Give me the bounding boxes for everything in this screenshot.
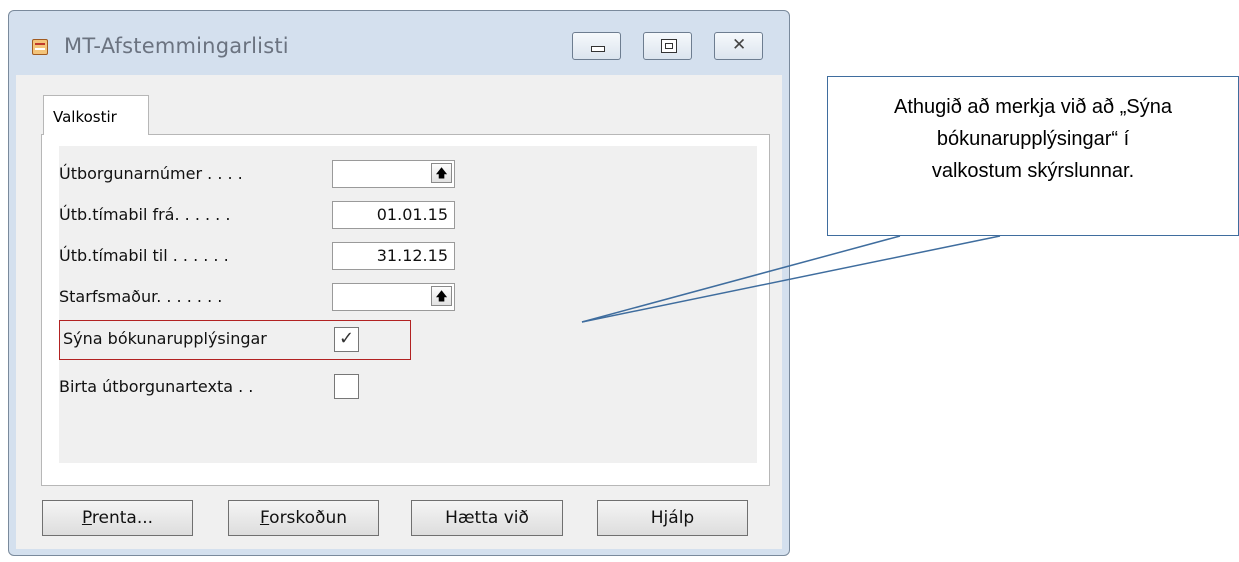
tab-label: Valkostir	[53, 108, 117, 126]
callout-text: Athugið að merkja við að „Sýna bókunarup…	[828, 91, 1238, 187]
callout-line: bókunarupplýsingar“ í	[936, 128, 1130, 150]
callout-line: Athugið að merkja við að „Sýna	[894, 96, 1172, 118]
callout-line: valkostum skýrslunnar.	[931, 160, 1135, 182]
tab-valkostir[interactable]: Valkostir	[43, 95, 149, 135]
annotation-callout: Athugið að merkja við að „Sýna bókunarup…	[827, 76, 1239, 236]
